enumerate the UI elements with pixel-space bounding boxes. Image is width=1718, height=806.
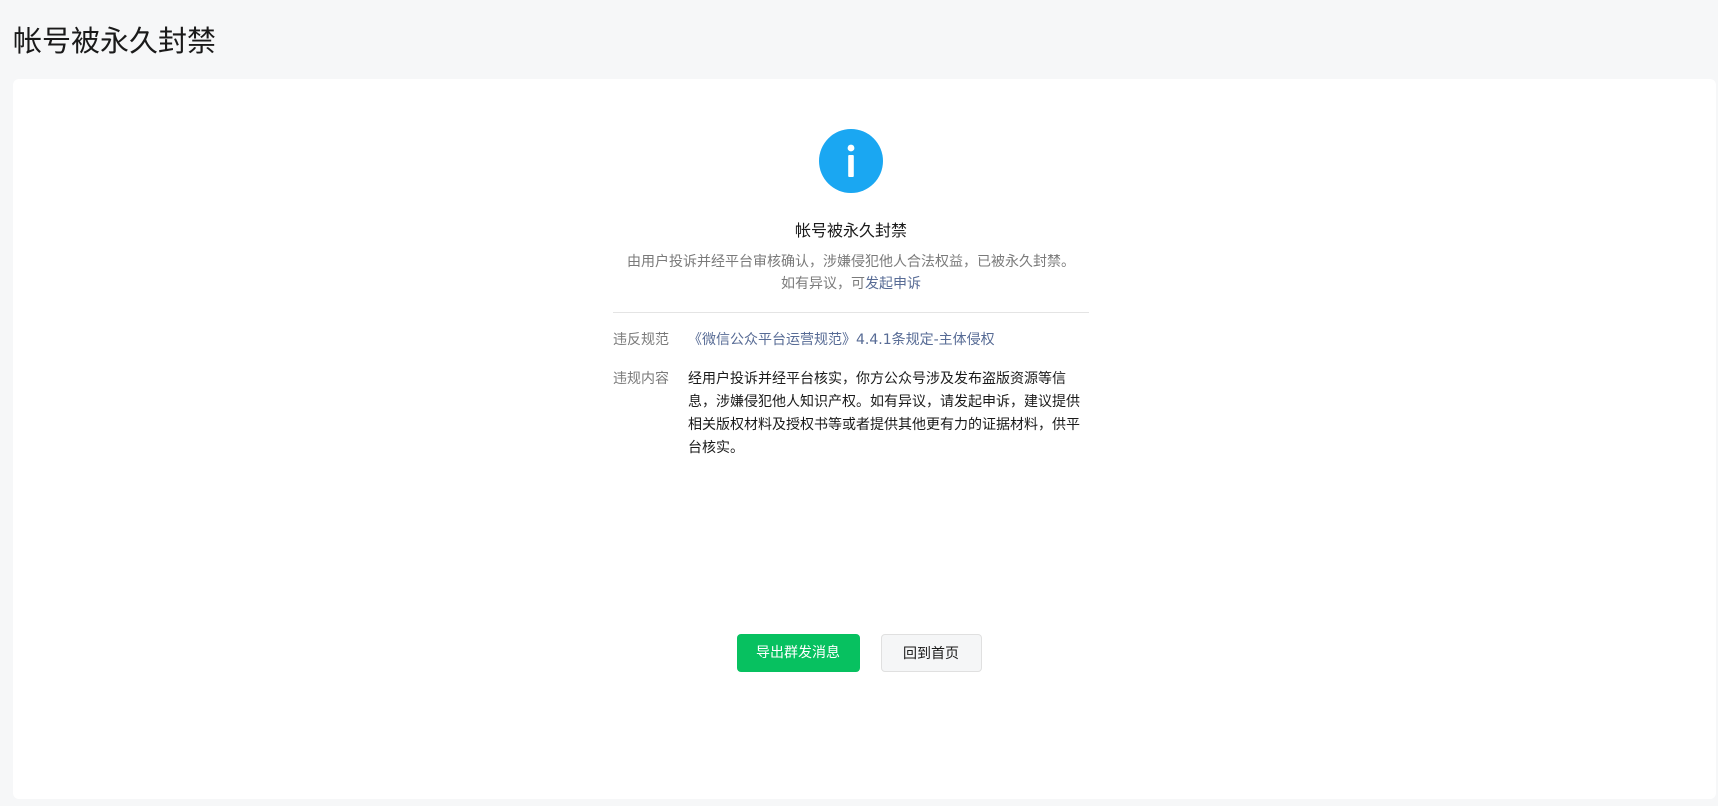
result-description-text: 由用户投诉并经平台审核确认，涉嫌侵犯他人合法权益，已被永久封禁。 (627, 254, 1075, 270)
divider (613, 312, 1089, 313)
rule-label: 违反规范 (613, 332, 669, 348)
violation-details: 违反规范 《微信公众平台运营规范》4.4.1条规定-主体侵权 违规内容 经用户投… (613, 329, 1089, 460)
result-title: 帐号被永久封禁 (794, 221, 907, 240)
action-buttons: 导出群发消息 回到首页 (0, 634, 1718, 672)
detail-row-content: 违规内容 经用户投诉并经平台核实，你方公众号涉及发布盗版资源等信息，涉嫌侵犯他人… (613, 368, 1089, 460)
content-label: 违规内容 (613, 371, 669, 387)
appeal-line: 如有异议，可发起申诉 (611, 273, 1091, 295)
detail-row-rule: 违反规范 《微信公众平台运营规范》4.4.1条规定-主体侵权 (613, 329, 1089, 352)
rule-link[interactable]: 《微信公众平台运营规范》4.4.1条规定-主体侵权 (688, 329, 1089, 352)
content-value: 经用户投诉并经平台核实，你方公众号涉及发布盗版资源等信息，涉嫌侵犯他人知识产权。… (688, 371, 1080, 456)
result-panel: 帐号被永久封禁 由用户投诉并经平台审核确认，涉嫌侵犯他人合法权益，已被永久封禁。… (611, 129, 1091, 460)
page-title: 帐号被永久封禁 (13, 24, 217, 58)
back-home-button[interactable]: 回到首页 (880, 634, 982, 672)
export-messages-button[interactable]: 导出群发消息 (736, 634, 860, 672)
appeal-link[interactable]: 发起申诉 (865, 276, 921, 292)
appeal-prefix: 如有异议，可 (781, 276, 865, 292)
info-icon (819, 129, 883, 193)
result-description: 由用户投诉并经平台审核确认，涉嫌侵犯他人合法权益，已被永久封禁。 如有异议，可发… (611, 251, 1091, 295)
